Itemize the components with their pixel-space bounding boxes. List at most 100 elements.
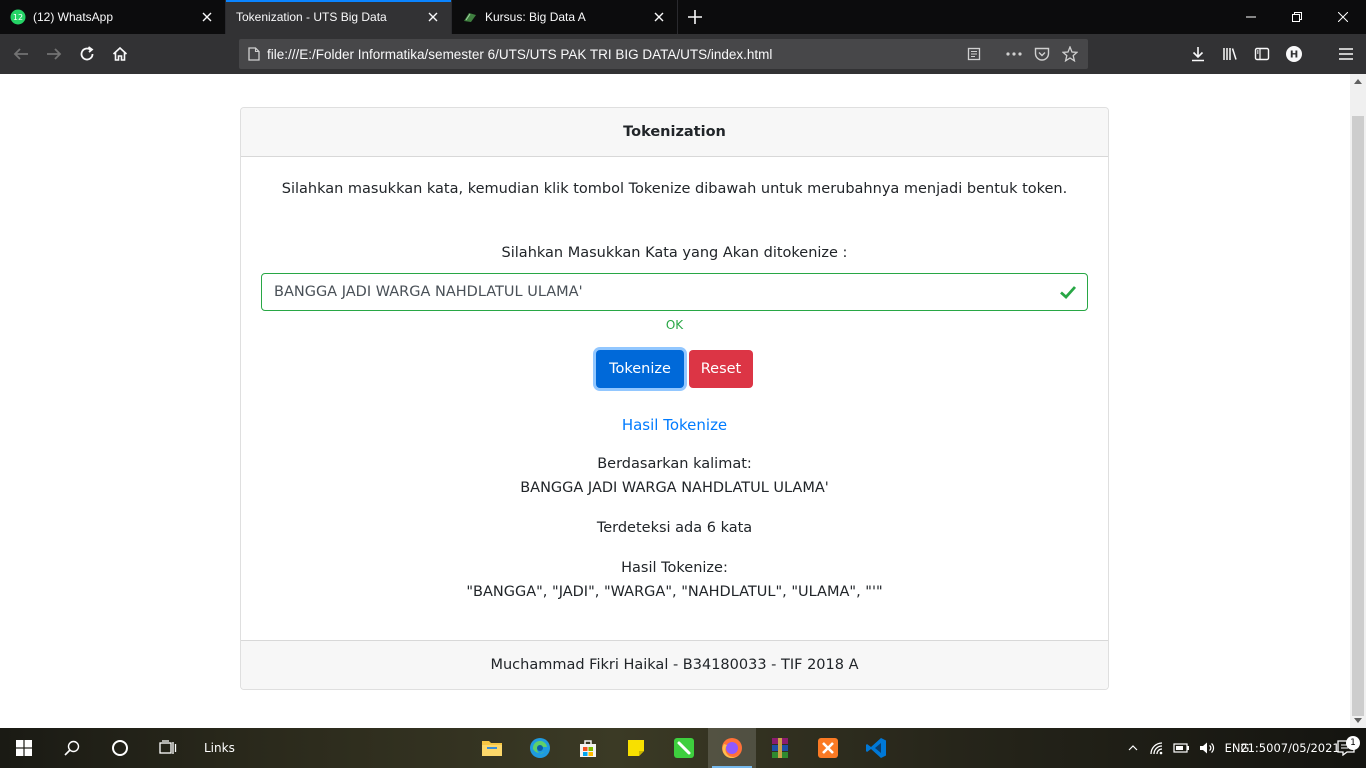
store-button[interactable] (564, 728, 612, 768)
edge-button[interactable] (516, 728, 564, 768)
xampp-button[interactable] (804, 728, 852, 768)
button-group: Tokenize Reset (241, 350, 1108, 388)
notification-badge: 1 (1346, 736, 1360, 750)
sidebar-icon[interactable] (1246, 38, 1278, 70)
system-tray: ENG 21:50 07/05/2021 1 (1122, 728, 1366, 768)
window-controls (1228, 0, 1366, 34)
close-window-button[interactable] (1320, 0, 1366, 34)
based-on-label: Berdasarkan kalimat: (597, 456, 752, 472)
vscode-button[interactable] (852, 728, 900, 768)
menu-icon[interactable] (1330, 38, 1362, 70)
reload-button[interactable] (71, 38, 103, 70)
store-icon (580, 740, 596, 757)
pocket-icon[interactable] (1028, 47, 1056, 62)
valid-feedback: OK (665, 318, 684, 332)
tokenization-card: Tokenization Silahkan masukkan kata, kem… (240, 107, 1109, 690)
bookmark-star-icon[interactable] (1056, 46, 1084, 62)
windows-taskbar: Links ENG 21:50 07/05/2021 1 (0, 728, 1366, 768)
show-hidden-icons[interactable] (1122, 745, 1144, 751)
scroll-down-arrow-icon[interactable] (1354, 718, 1362, 723)
moodle-icon (462, 9, 478, 25)
file-explorer-button[interactable] (468, 728, 516, 768)
phone-icon (674, 738, 694, 758)
tab-title: Tokenization - UTS Big Data (236, 10, 387, 24)
vscode-icon (866, 738, 886, 758)
page-icon (248, 47, 260, 61)
minimize-button[interactable] (1228, 0, 1274, 34)
scroll-up-arrow-icon[interactable] (1354, 79, 1362, 84)
text-input[interactable]: BANGGA JADI WARGA NAHDLATUL ULAMA' (261, 273, 1088, 311)
restore-icon (1292, 12, 1302, 22)
url-bar[interactable]: file:///E:/Folder Informatika/semester 6… (239, 39, 1088, 69)
forward-button[interactable] (38, 38, 70, 70)
close-tab-icon[interactable] (425, 9, 441, 25)
task-view-icon (159, 740, 177, 754)
based-on-sentence: BANGGA JADI WARGA NAHDLATUL ULAMA' (520, 480, 829, 496)
cortana-button[interactable] (96, 728, 144, 768)
cortana-icon (112, 740, 128, 756)
account-icon[interactable]: H (1278, 38, 1310, 70)
card-body: Silahkan masukkan kata, kemudian klik to… (241, 157, 1108, 641)
search-button[interactable] (48, 728, 96, 768)
new-tab-button[interactable] (678, 0, 712, 34)
line-app-button[interactable] (660, 728, 708, 768)
xampp-icon (818, 738, 838, 758)
tab-kursus[interactable]: Kursus: Big Data A (452, 0, 678, 34)
reset-button[interactable]: Reset (689, 350, 753, 388)
page-actions-icon[interactable] (1000, 52, 1028, 56)
edge-icon (530, 738, 550, 758)
clock-time: 21:50 (1240, 741, 1274, 755)
navigation-toolbar: file:///E:/Folder Informatika/semester 6… (0, 34, 1366, 74)
tab-tokenization[interactable]: Tokenization - UTS Big Data (226, 0, 452, 34)
reader-view-icon[interactable] (960, 47, 988, 61)
action-center-button[interactable]: 1 (1326, 736, 1366, 756)
tab-title: Kursus: Big Data A (485, 10, 586, 24)
firefox-icon (722, 738, 742, 759)
home-button[interactable] (104, 38, 136, 70)
winrar-button[interactable] (756, 728, 804, 768)
minimize-icon (1246, 16, 1256, 18)
downloads-icon[interactable] (1182, 38, 1214, 70)
result-tokens: "BANGGA", "JADI", "WARGA", "NAHDLATUL", … (466, 584, 883, 600)
reload-icon (80, 46, 94, 61)
wifi-icon[interactable] (1144, 741, 1170, 755)
close-tab-icon[interactable] (651, 9, 667, 25)
start-button[interactable] (0, 728, 48, 768)
sticky-notes-button[interactable] (612, 728, 660, 768)
url-text[interactable]: file:///E:/Folder Informatika/semester 6… (267, 47, 960, 62)
battery-icon[interactable] (1170, 742, 1194, 754)
vertical-scrollbar[interactable] (1350, 74, 1366, 728)
volume-icon[interactable] (1194, 741, 1220, 755)
winrar-icon (772, 738, 788, 758)
back-button[interactable] (5, 38, 37, 70)
forward-arrow-icon (47, 48, 62, 60)
restore-button[interactable] (1274, 0, 1320, 34)
tab-whatsapp[interactable]: 12 (12) WhatsApp (0, 0, 226, 34)
intro-text: Silahkan masukkan kata, kemudian klik to… (281, 181, 1068, 197)
whatsapp-icon: 12 (10, 9, 26, 25)
toolbar-divider (1310, 38, 1330, 70)
library-icon[interactable] (1214, 38, 1246, 70)
input-label: Silahkan Masukkan Kata yang Akan ditoken… (501, 245, 848, 261)
pinned-apps (468, 728, 900, 768)
tab-strip: 12 (12) WhatsApp Tokenization - UTS Big … (0, 0, 1366, 34)
sticky-notes-icon (628, 740, 644, 756)
card-header: Tokenization (241, 108, 1108, 157)
svg-text:H: H (1290, 50, 1298, 61)
task-view-button[interactable] (144, 728, 192, 768)
svg-text:12: 12 (13, 13, 23, 22)
close-tab-icon[interactable] (199, 9, 215, 25)
search-icon (64, 740, 80, 756)
word-count: Terdeteksi ada 6 kata (596, 520, 753, 536)
tab-title: (12) WhatsApp (33, 10, 114, 24)
links-toolbar[interactable]: Links (204, 741, 235, 755)
plus-icon (688, 10, 702, 24)
card-footer: Muchammad Fikri Haikal - B34180033 - TIF… (241, 640, 1108, 689)
firefox-button[interactable] (708, 728, 756, 768)
scrollbar-thumb[interactable] (1352, 116, 1364, 716)
tokenize-button[interactable]: Tokenize (596, 350, 684, 388)
page-viewport: Tokenization Silahkan masukkan kata, kem… (0, 74, 1350, 728)
folder-icon (482, 741, 502, 756)
clock[interactable]: 21:50 07/05/2021 (1240, 740, 1339, 756)
input-value: BANGGA JADI WARGA NAHDLATUL ULAMA' (274, 284, 583, 300)
